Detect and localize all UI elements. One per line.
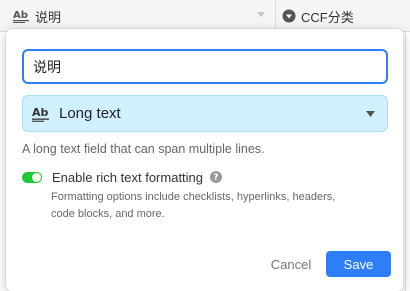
help-icon[interactable]: ? bbox=[210, 171, 223, 183]
field-type-description: A long text field that can span multiple… bbox=[22, 142, 265, 156]
field-type-label: Long text bbox=[59, 105, 121, 122]
rich-text-option: Enable rich text formatting ? bbox=[22, 168, 223, 186]
cancel-button[interactable]: Cancel bbox=[264, 253, 318, 275]
long-text-icon: Ab bbox=[13, 10, 29, 23]
rich-text-toggle[interactable] bbox=[22, 171, 42, 183]
field-config-dialog: Ab Long text A long text field that can … bbox=[6, 29, 403, 291]
column-header-description[interactable]: Ab 说明 bbox=[0, 0, 276, 32]
single-select-icon bbox=[282, 9, 296, 23]
long-text-icon: Ab bbox=[32, 106, 49, 122]
chevron-down-icon[interactable] bbox=[257, 12, 265, 18]
svg-text:?: ? bbox=[213, 173, 218, 183]
chevron-down-icon bbox=[366, 111, 375, 117]
grid-header: Ab 说明 CCF分类 bbox=[0, 0, 410, 32]
toggle-knob bbox=[32, 172, 41, 182]
svg-text:Ab: Ab bbox=[32, 106, 49, 119]
column-header-label: CCF分类 bbox=[301, 9, 354, 25]
rich-text-label: Enable rich text formatting bbox=[52, 169, 204, 185]
column-divider bbox=[405, 32, 406, 291]
rich-text-description: Formatting options include checklists, h… bbox=[51, 191, 336, 220]
field-name-input[interactable] bbox=[22, 49, 388, 84]
save-button[interactable]: Save bbox=[326, 251, 391, 277]
column-header-ccf[interactable]: CCF分类 bbox=[276, 0, 410, 32]
svg-text:Ab: Ab bbox=[13, 10, 28, 21]
field-type-select[interactable]: Ab Long text bbox=[22, 95, 388, 132]
column-header-label: 说明 bbox=[35, 9, 62, 25]
